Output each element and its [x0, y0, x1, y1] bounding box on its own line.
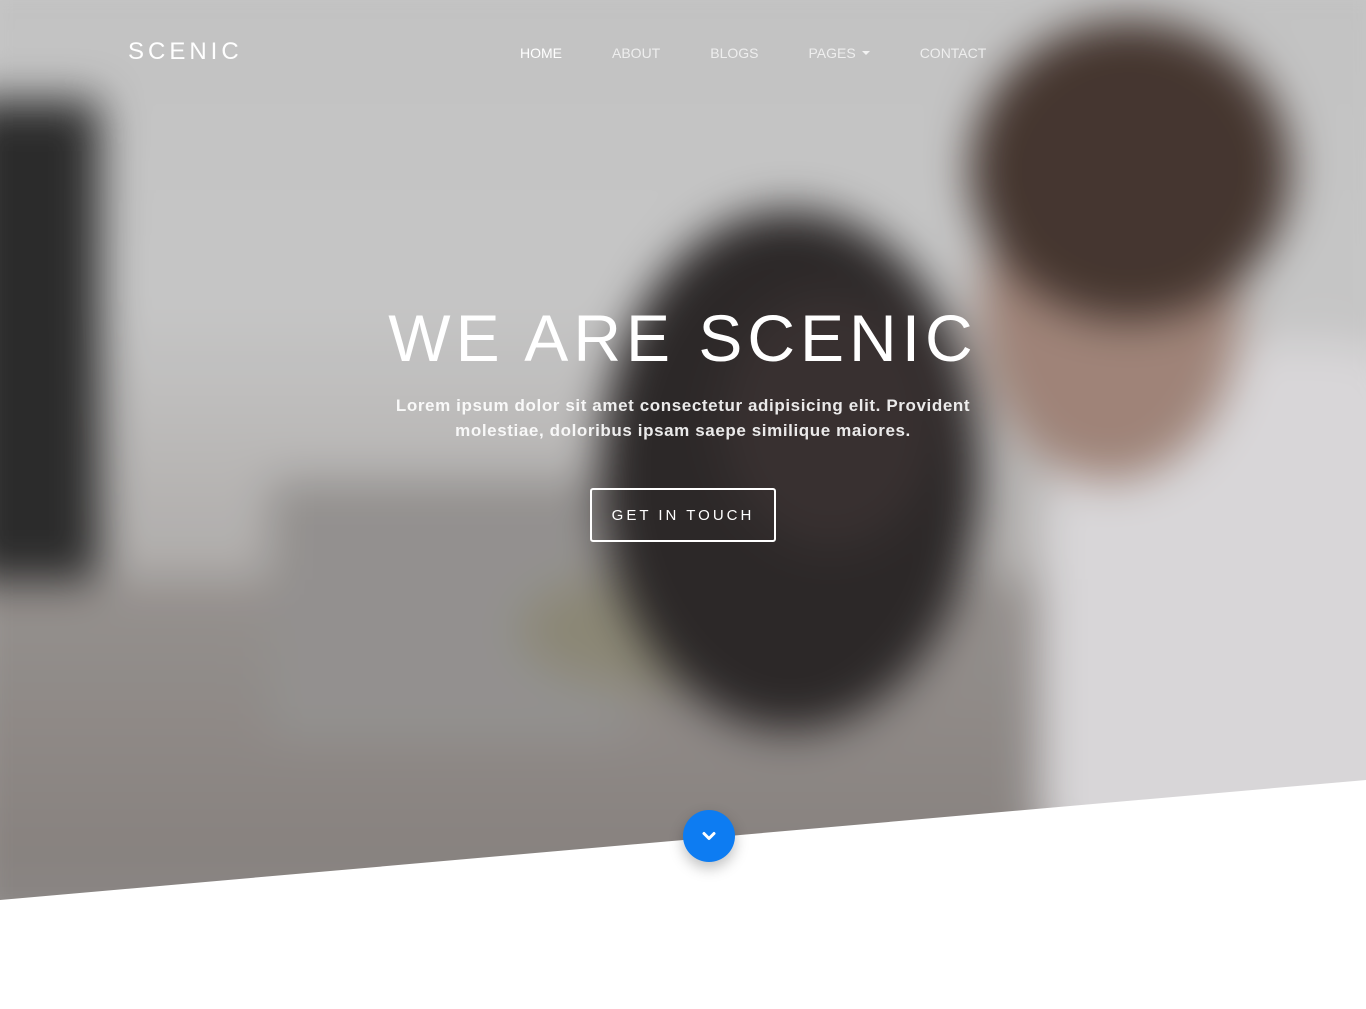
chevron-down-icon	[702, 832, 716, 840]
scroll-down-button[interactable]	[683, 810, 735, 862]
nav-item-about[interactable]: ABOUT	[612, 45, 660, 61]
hero-subtitle: Lorem ipsum dolor sit amet consectetur a…	[395, 396, 971, 440]
nav-item-pages-label: PAGES	[808, 45, 856, 61]
brand-logo[interactable]: SCENIC	[128, 38, 243, 66]
get-in-touch-button[interactable]: GET IN TOUCH	[590, 488, 776, 542]
navbar: SCENIC HOME ABOUT BLOGS PAGES CONTACT	[0, 0, 1366, 106]
nav-item-contact[interactable]: CONTACT	[920, 45, 987, 61]
caret-down-icon	[861, 51, 870, 55]
nav-menu: HOME ABOUT BLOGS PAGES CONTACT	[520, 45, 1036, 61]
nav-item-blogs[interactable]: BLOGS	[710, 45, 758, 61]
nav-item-pages[interactable]: PAGES	[808, 45, 870, 61]
nav-item-home[interactable]: HOME	[520, 45, 562, 61]
hero-section	[0, 0, 1366, 900]
hero-title: WE ARE SCENIC	[388, 301, 978, 375]
